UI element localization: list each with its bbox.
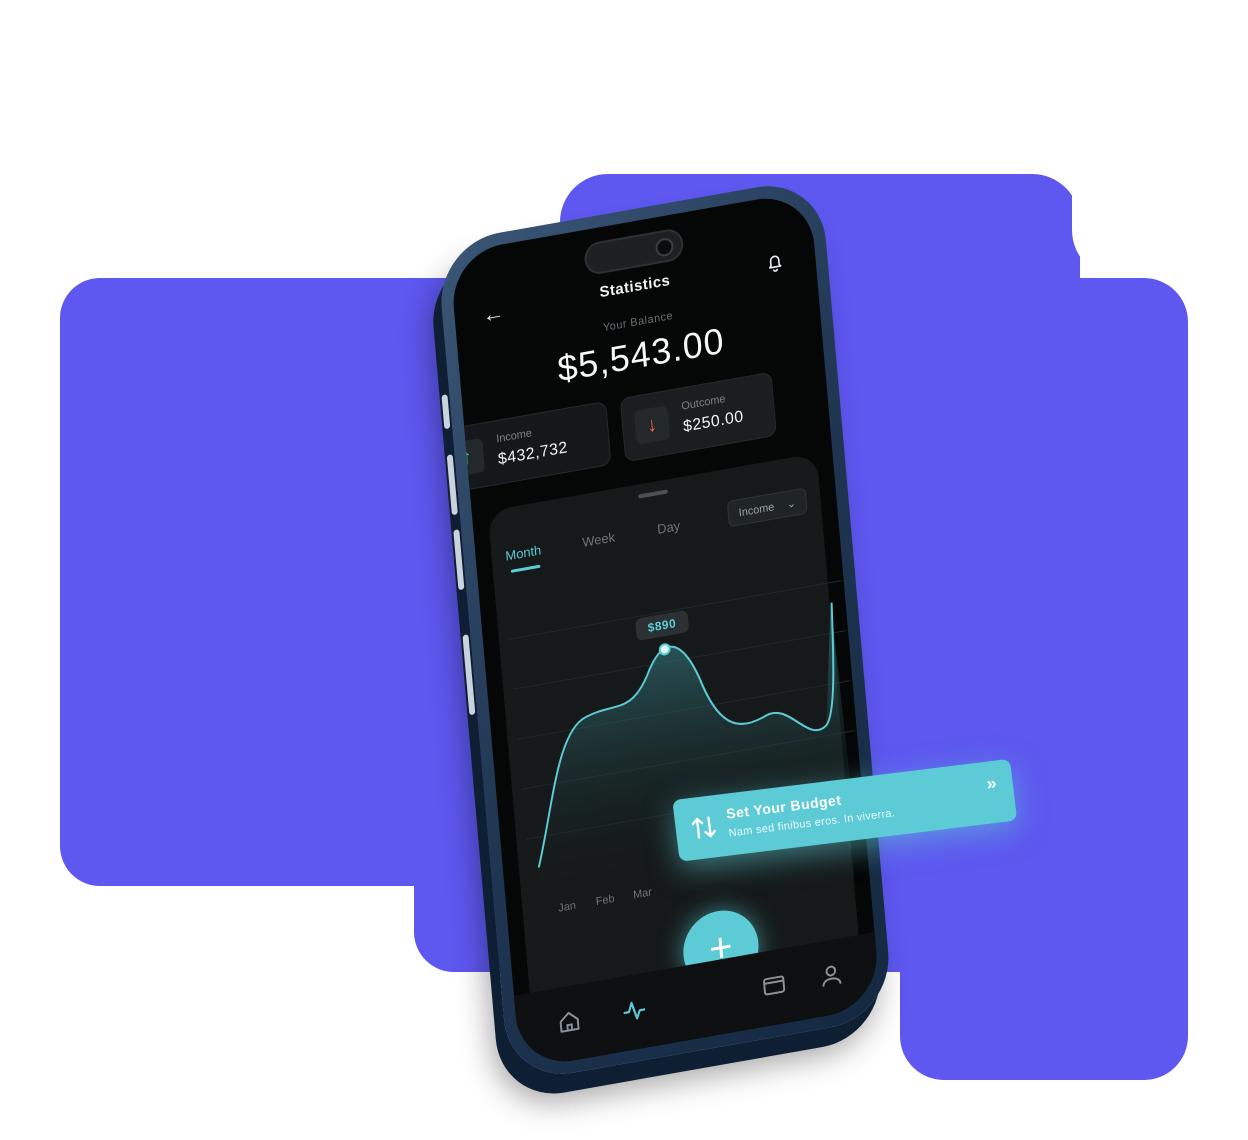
outcome-card[interactable]: ↓ Outcome $250.00 (619, 371, 777, 463)
camera-icon (654, 236, 675, 258)
wallet-icon[interactable] (760, 970, 788, 1001)
chevron-double-right-icon[interactable]: » (985, 773, 998, 795)
type-filter-select[interactable]: Income ⌄ (726, 487, 808, 528)
home-icon[interactable] (555, 1006, 583, 1037)
tab-month[interactable]: Month (505, 542, 542, 563)
swap-vertical-icon (691, 816, 716, 839)
income-value: $432,732 (497, 439, 569, 469)
chevron-down-icon: ⌄ (786, 497, 797, 511)
activity-icon[interactable] (620, 995, 648, 1026)
month-label-feb: Feb (595, 892, 616, 909)
bell-icon[interactable] (763, 249, 787, 275)
user-icon[interactable] (817, 960, 845, 991)
income-label: Income (495, 427, 533, 446)
phone-screen: ← Statistics Your Balance $5,543.00 ↑ In… (449, 190, 881, 1070)
type-filter-value: Income (738, 501, 775, 520)
stage: ← Statistics Your Balance $5,543.00 ↑ In… (0, 0, 1248, 1140)
background-notch (1072, 174, 1132, 278)
arrow-down-icon: ↓ (633, 405, 671, 446)
month-label-mar: Mar (632, 886, 653, 902)
outcome-label: Outcome (680, 392, 726, 413)
drag-handle[interactable] (638, 489, 669, 499)
tab-week[interactable]: Week (582, 529, 616, 550)
month-label-jan: Jan (557, 899, 577, 915)
income-card[interactable]: ↑ Income $432,732 (449, 400, 612, 495)
tab-day[interactable]: Day (657, 518, 681, 537)
highlight-point[interactable] (658, 643, 671, 656)
active-tab-indicator (510, 564, 541, 573)
outcome-value: $250.00 (682, 408, 745, 436)
phone-mockup: ← Statistics Your Balance $5,543.00 ↑ In… (436, 176, 894, 1084)
